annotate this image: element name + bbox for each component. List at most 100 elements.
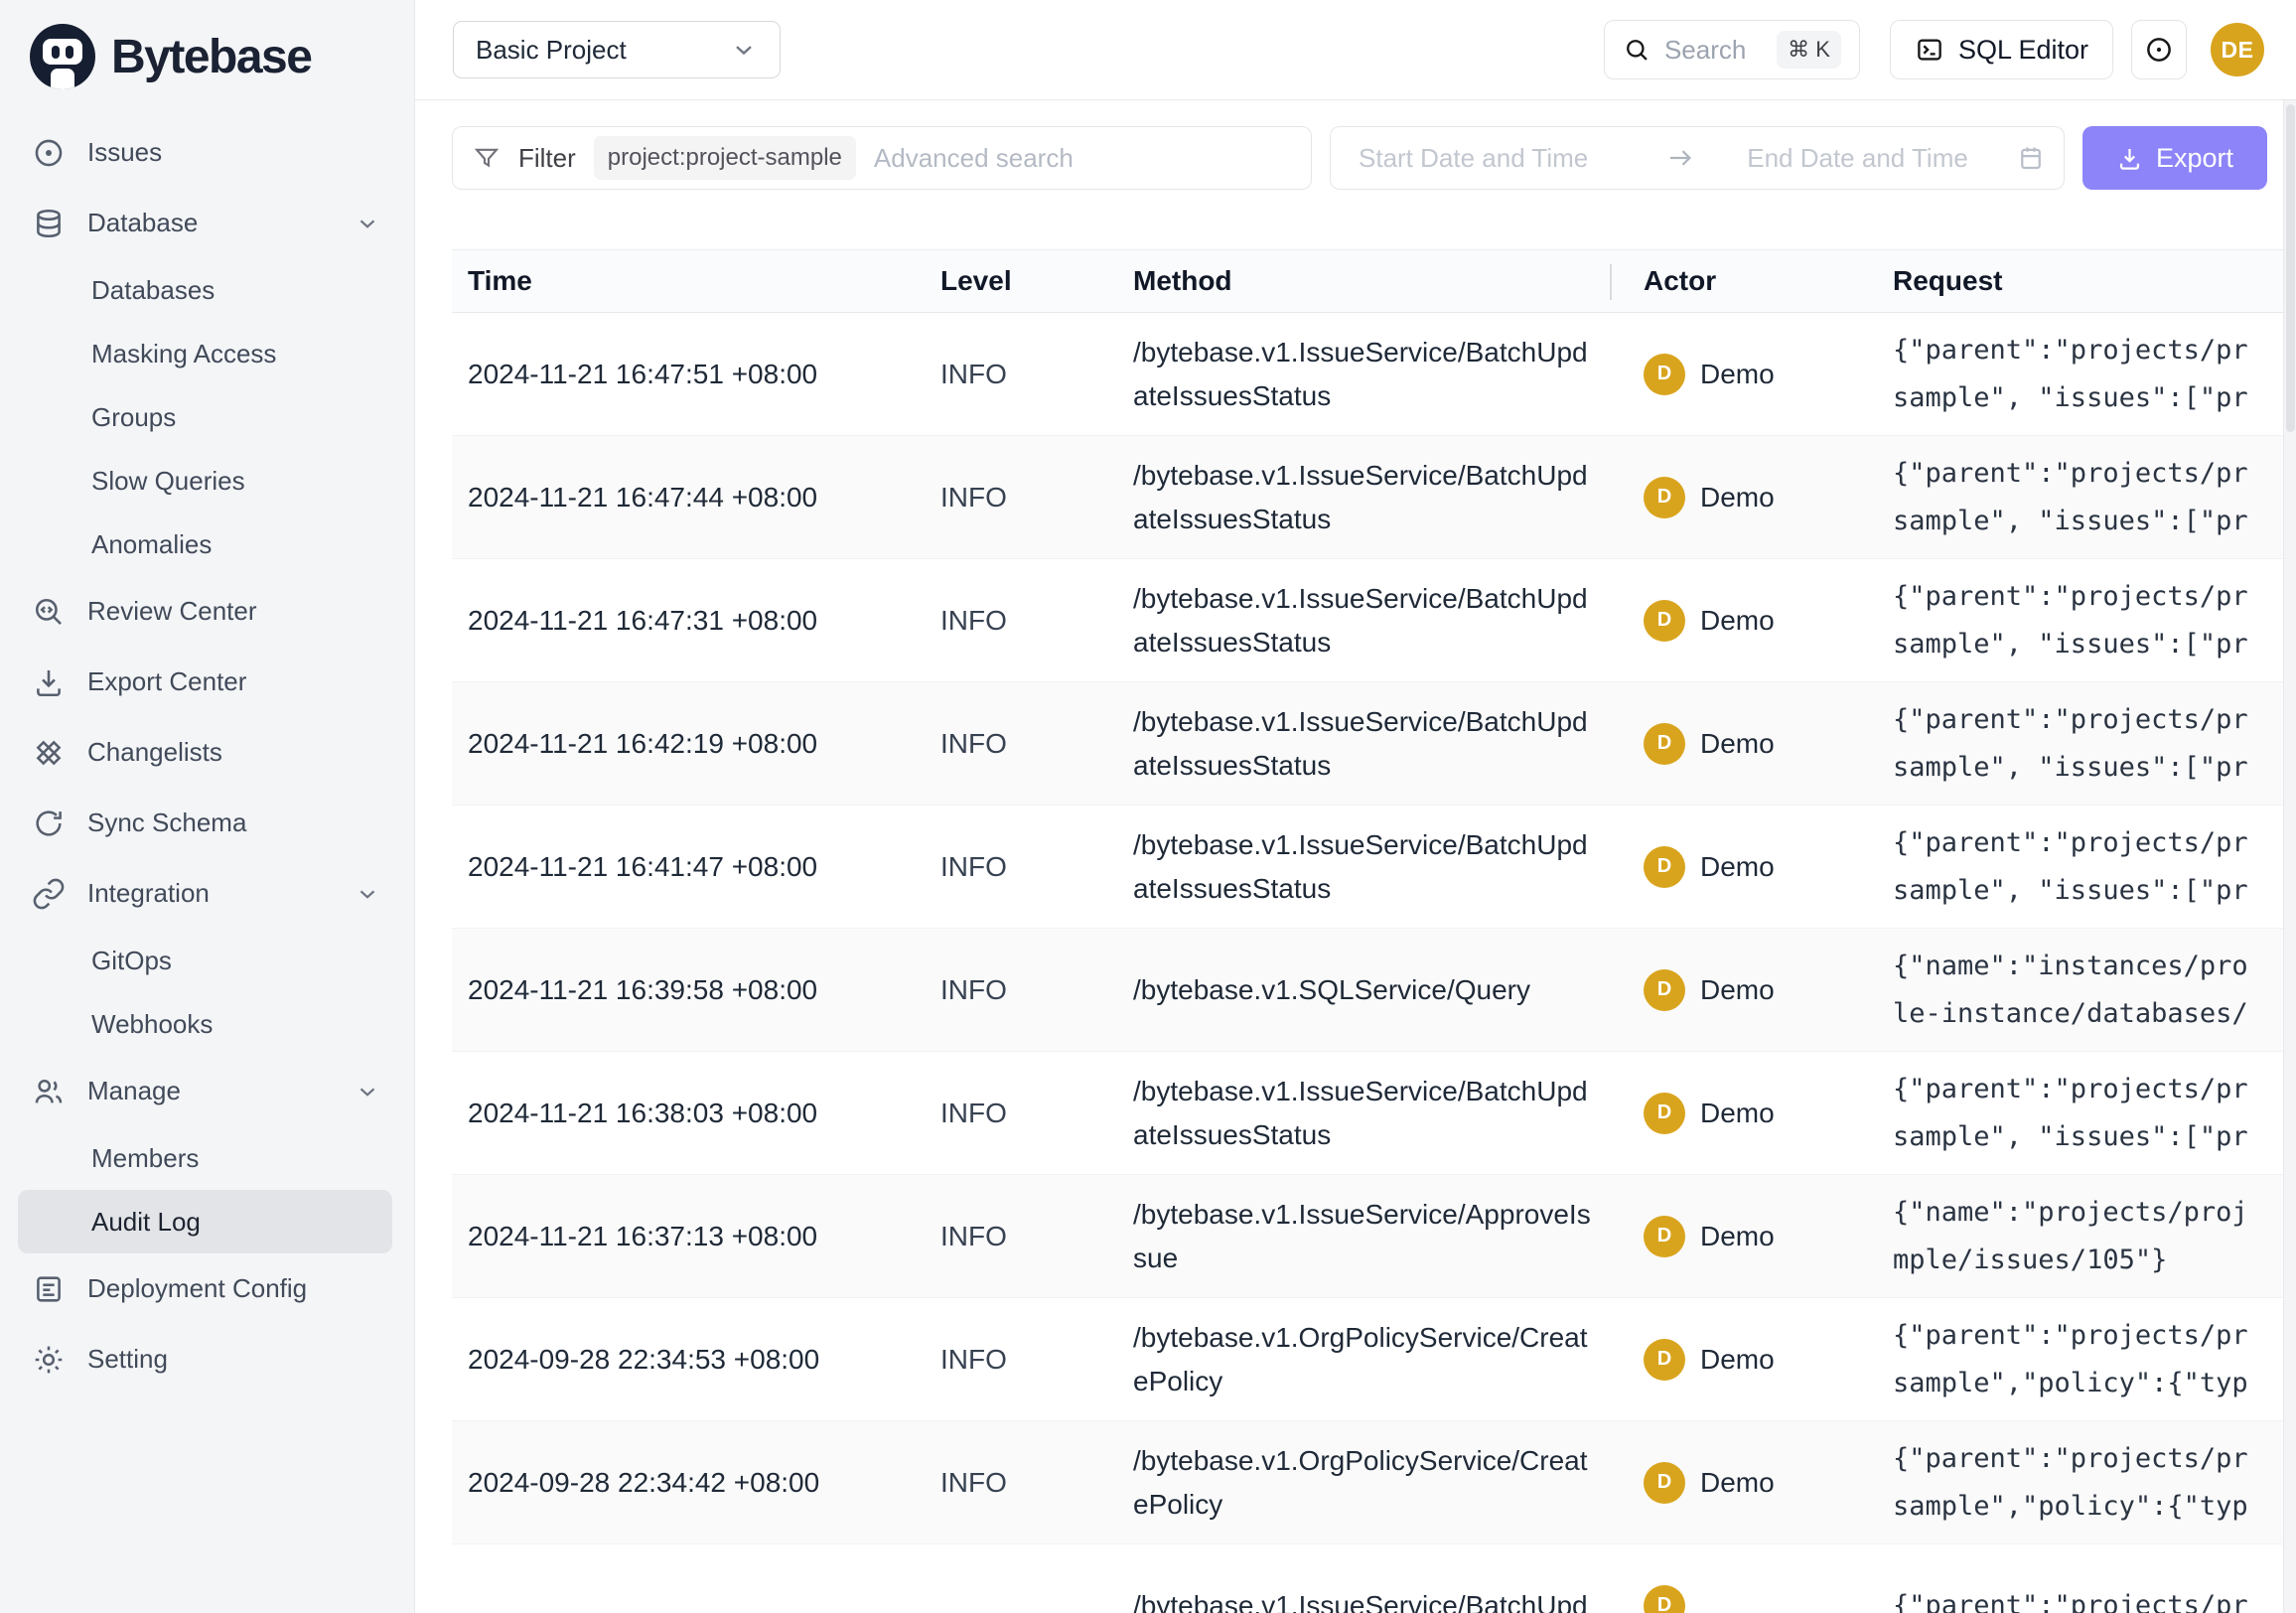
sidebar-item-deployment-config[interactable]: Deployment Config [18, 1253, 392, 1324]
cell-actor: D Demo [1610, 723, 1893, 765]
cell-actor: D Demo [1610, 477, 1893, 518]
table-row: 2024-11-21 16:41:47 +08:00 INFO /bytebas… [452, 806, 2296, 929]
table-row: 2024-11-21 16:37:13 +08:00 INFO /bytebas… [452, 1175, 2296, 1298]
search-shortcut-badge: ⌘ K [1777, 31, 1841, 69]
audit-log-page: Filter project:project-sample Advanced s… [415, 100, 2296, 1613]
actor-avatar: D [1644, 1093, 1685, 1134]
export-button[interactable]: Export [2082, 126, 2267, 190]
table-row: 2024-11-21 16:47:51 +08:00 INFO /bytebas… [452, 313, 2296, 436]
document-icon [32, 1272, 66, 1306]
cell-request: {"parent":"projects/pr sample", "issues"… [1893, 696, 2296, 792]
actor-avatar: D [1644, 477, 1685, 518]
scrollbar-thumb[interactable] [2286, 104, 2295, 432]
sidebar-item-audit-log[interactable]: Audit Log [18, 1190, 392, 1253]
sidebar-item-groups[interactable]: Groups [18, 385, 392, 449]
sidebar-item-anomalies[interactable]: Anomalies [18, 513, 392, 576]
actor-avatar: D [1644, 600, 1685, 642]
table-row: 2024-09-28 22:34:42 +08:00 INFO /bytebas… [452, 1421, 2296, 1544]
sidebar-item-integration[interactable]: Integration [18, 858, 392, 929]
cell-method: /bytebase.v1.IssueService/BatchUpd ateIs… [1133, 454, 1610, 541]
filter-tag-chip[interactable]: project:project-sample [594, 136, 856, 180]
cell-request: {"parent":"projects/pr sample", "issues"… [1893, 450, 2296, 545]
advanced-search-placeholder: Advanced search [874, 143, 1074, 174]
column-header-time: Time [452, 265, 938, 297]
scrollbar[interactable] [2283, 100, 2296, 1613]
sidebar-item-review-center[interactable]: Review Center [18, 576, 392, 647]
cell-request: {"parent":"projects/pr sample","policy":… [1893, 1435, 2296, 1531]
cell-time: 2024-11-21 16:41:47 +08:00 [452, 851, 938, 883]
cell-method: /bytebase.v1.OrgPolicyService/Creat ePol… [1133, 1316, 1610, 1403]
sidebar-item-database[interactable]: Database [18, 188, 392, 258]
cell-actor: D Demo [1610, 600, 1893, 642]
cell-level: INFO [938, 1221, 1133, 1252]
table-row: 2024-09-28 22:34:53 +08:00 INFO /bytebas… [452, 1298, 2296, 1421]
database-icon [32, 207, 66, 240]
sidebar-item-sync-schema[interactable]: Sync Schema [18, 788, 392, 858]
bytebase-logo-icon [30, 24, 95, 89]
link-icon [32, 877, 66, 911]
date-range-input[interactable]: Start Date and Time End Date and Time [1330, 126, 2065, 190]
chevron-down-icon [355, 1079, 380, 1104]
table-row: 2024-11-21 16:47:44 +08:00 INFO /bytebas… [452, 436, 2296, 559]
cell-request: {"name":"projects/proj mple/issues/105"} [1893, 1189, 2296, 1284]
sidebar-item-slow-queries[interactable]: Slow Queries [18, 449, 392, 513]
cell-level: INFO [938, 1467, 1133, 1499]
sidebar-item-export-center[interactable]: Export Center [18, 647, 392, 717]
cell-request: {"name":"instances/pro le-instance/datab… [1893, 943, 2296, 1038]
sidebar-item-manage[interactable]: Manage [18, 1056, 392, 1126]
code-search-icon [32, 595, 66, 629]
chevron-down-icon [730, 36, 758, 64]
actor-name: Demo [1700, 1221, 1775, 1252]
filter-funnel-icon [473, 144, 501, 172]
cell-time: 2024-11-21 16:39:58 +08:00 [452, 974, 938, 1006]
sidebar-item-changelists[interactable]: Changelists [18, 717, 392, 788]
cell-request: {"parent":"projects/pr sample", "issues"… [1893, 819, 2296, 915]
actor-name: Demo [1700, 1467, 1775, 1499]
cell-level: INFO [938, 851, 1133, 883]
sidebar-item-masking-access[interactable]: Masking Access [18, 322, 392, 385]
export-label: Export [2156, 143, 2233, 174]
cell-method: /bytebase.v1.IssueService/BatchUpd ateIs… [1133, 823, 1610, 911]
start-date-placeholder: Start Date and Time [1359, 143, 1588, 174]
filter-search-box[interactable]: Filter project:project-sample Advanced s… [452, 126, 1312, 190]
cell-actor: D [1610, 1585, 1893, 1613]
user-avatar[interactable]: DE [2211, 23, 2264, 76]
bytebase-logo[interactable]: Bytebase [0, 24, 414, 89]
sidebar-item-gitops[interactable]: GitOps [18, 929, 392, 992]
actor-name: Demo [1700, 1098, 1775, 1129]
filter-label: Filter [518, 143, 576, 174]
sql-editor-button[interactable]: SQL Editor [1890, 20, 2113, 79]
column-header-request: Request [1893, 265, 2296, 297]
actor-name: Demo [1700, 482, 1775, 513]
cell-actor: D Demo [1610, 969, 1893, 1011]
table-row: 2024-11-21 16:38:03 +08:00 INFO /bytebas… [452, 1052, 2296, 1175]
sidebar-item-webhooks[interactable]: Webhooks [18, 992, 392, 1056]
pencil-ruler-icon [32, 736, 66, 770]
sidebar-item-members[interactable]: Members [18, 1126, 392, 1190]
cell-time: 2024-11-21 16:38:03 +08:00 [452, 1098, 938, 1129]
gear-icon [32, 1343, 66, 1377]
cell-method: /bytebase.v1.IssueService/BatchUpd ateIs… [1133, 577, 1610, 664]
cell-method: /bytebase.v1.OrgPolicyService/Creat ePol… [1133, 1439, 1610, 1527]
column-divider[interactable] [1610, 264, 1612, 300]
terminal-icon [1915, 35, 1944, 65]
cell-level: INFO [938, 1098, 1133, 1129]
sidebar-item-setting[interactable]: Setting [18, 1324, 392, 1394]
actor-name: Demo [1700, 728, 1775, 760]
sidebar: Bytebase Issues Database Databases Maski… [0, 0, 415, 1613]
chevron-down-icon [355, 881, 380, 907]
table-row: 2024-11-21 16:42:19 +08:00 INFO /bytebas… [452, 682, 2296, 806]
table-row: 2024-11-21 16:47:31 +08:00 INFO /bytebas… [452, 559, 2296, 682]
actor-avatar: D [1644, 1462, 1685, 1504]
main-area: Basic Project Search ⌘ K SQL Editor DE F… [415, 0, 2296, 1613]
search-button[interactable]: Search ⌘ K [1604, 20, 1860, 79]
cell-request: {"parent":"projects/pr sample", "issues"… [1893, 1066, 2296, 1161]
project-select[interactable]: Basic Project [453, 21, 781, 78]
sidebar-item-databases[interactable]: Databases [18, 258, 392, 322]
cell-level: INFO [938, 359, 1133, 390]
cell-time: 2024-09-28 22:34:42 +08:00 [452, 1467, 938, 1499]
help-button[interactable] [2131, 20, 2187, 79]
sidebar-item-issues[interactable]: Issues [18, 117, 392, 188]
cell-request: {"parent":"projects/pr sample", "issues"… [1893, 327, 2296, 422]
end-date-placeholder: End Date and Time [1747, 143, 1968, 174]
